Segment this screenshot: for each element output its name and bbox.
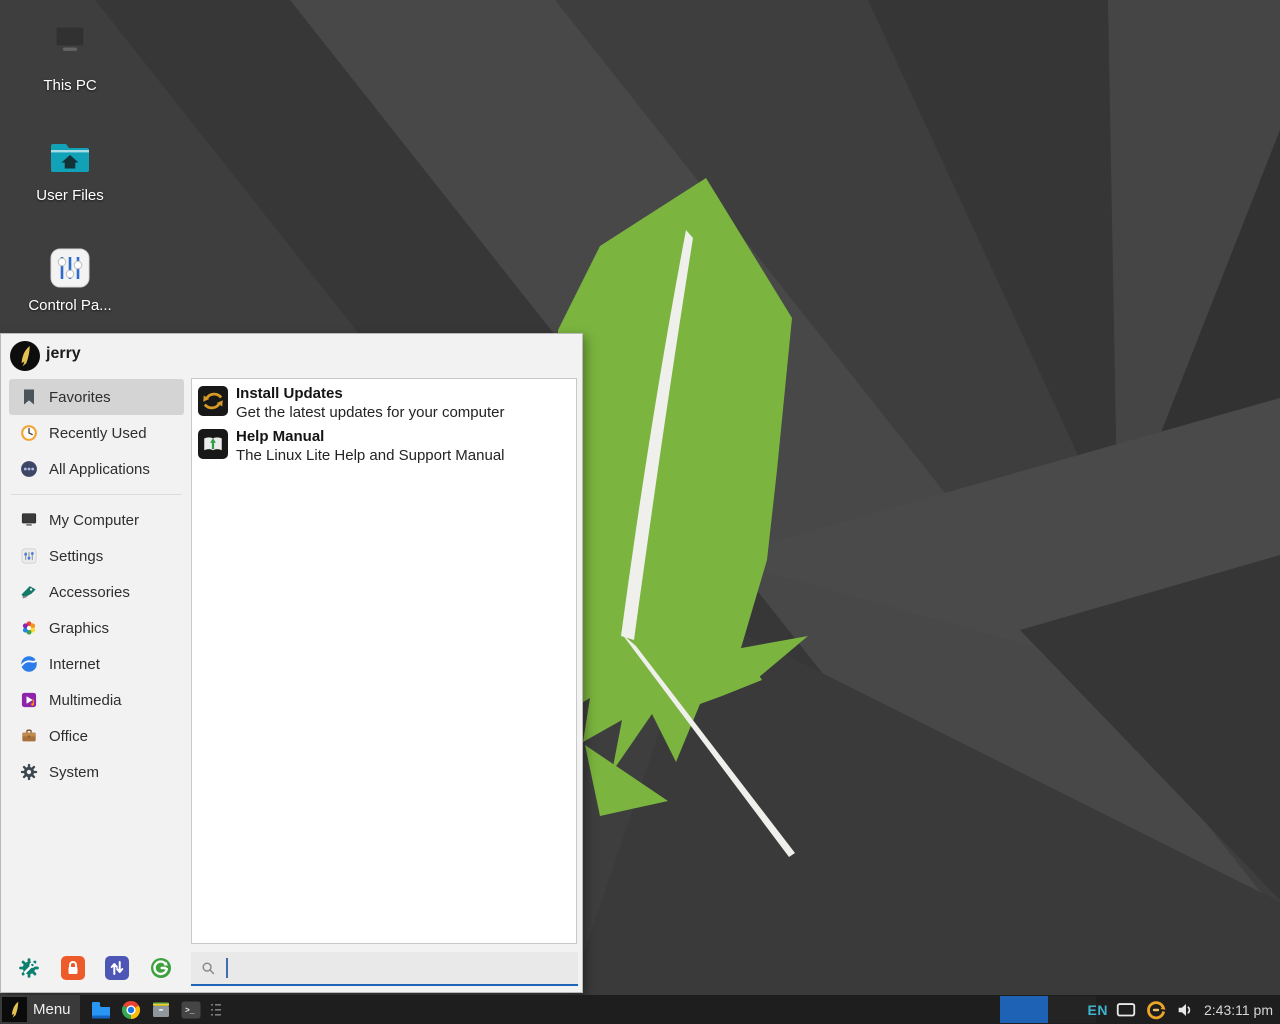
app-description: The Linux Lite Help and Support Manual [236,446,505,465]
log-out-button[interactable] [149,956,173,980]
volume-icon[interactable] [1175,999,1197,1021]
multimedia-icon [19,690,39,710]
chrome-icon[interactable] [119,998,143,1022]
settings-gear-wrench-icon [17,956,41,980]
menu-category-system[interactable]: System [9,754,184,790]
menu-category-multimedia[interactable]: Multimedia [9,682,184,718]
sliders-icon [19,546,39,566]
menu-actions [17,956,173,980]
internet-icon [19,654,39,674]
search-icon [200,960,217,977]
install-updates-icon [198,386,228,416]
clock-icon [19,423,39,443]
folder-home-icon [46,134,94,182]
category-label: Office [49,728,88,745]
system-tray: EN 2:43:11 pm [1088,995,1273,1024]
sidebar-separator [11,494,182,495]
graphics-icon [19,618,39,638]
category-label: Favorites [49,389,111,406]
terminal-glyph: >_ [185,1006,195,1015]
category-label: Multimedia [49,692,122,709]
app-title: Install Updates [236,384,504,403]
category-label: System [49,764,99,781]
switch-arrows-icon [105,956,129,980]
category-label: Graphics [49,620,109,637]
desktop-icon-control-panel[interactable]: Control Pa... [18,244,122,314]
app-description: Get the latest updates for your computer [236,403,504,422]
system-icon [19,762,39,782]
whisker-menu: jerry Favorites Recently Used [0,333,583,993]
menu-category-my-computer[interactable]: My Computer [9,502,184,538]
computer-icon [19,510,39,530]
category-label: Accessories [49,584,130,601]
computer-icon [46,24,94,72]
accessories-icon [19,582,39,602]
category-label: Internet [49,656,100,673]
window-list-icon[interactable] [210,1002,222,1018]
desktop-icon-label: This PC [18,77,122,94]
logout-arrow-icon [149,956,173,980]
desktop-icon-this-pc[interactable]: This PC [18,24,122,94]
workspace-switcher-active[interactable] [1000,996,1048,1023]
update-notifier-icon[interactable] [1144,998,1168,1022]
terminal-icon[interactable]: >_ [179,998,203,1022]
category-label: Recently Used [49,425,147,442]
category-label: My Computer [49,512,139,529]
display-icon[interactable] [1115,999,1137,1021]
menu-category-accessories[interactable]: Accessories [9,574,184,610]
clock[interactable]: 2:43:11 pm [1204,1002,1273,1018]
archive-icon[interactable] [149,998,173,1022]
category-label: Settings [49,548,103,565]
desktop-icon-label: User Files [18,187,122,204]
taskbar-launchers: >_ [89,998,203,1022]
menu-category-recently-used[interactable]: Recently Used [9,415,184,451]
desktop-icon-user-files[interactable]: User Files [18,134,122,204]
feather-icon [5,999,24,1020]
desktop-icon-label: Control Pa... [18,297,122,314]
app-list: Install Updates Get the latest updates f… [191,378,577,944]
menu-sidebar: Favorites Recently Used All Applications [9,379,184,790]
control-panel-icon [46,244,94,292]
office-icon [19,726,39,746]
menu-button-label: Menu [33,1001,71,1018]
app-title: Help Manual [236,427,505,446]
all-apps-icon [19,459,39,479]
search-input[interactable] [228,951,578,985]
menu-category-favorites[interactable]: Favorites [9,379,184,415]
help-manual-icon [198,429,228,459]
taskbar: Menu >_ [0,995,1280,1024]
app-item-help-manual[interactable]: Help Manual The Linux Lite Help and Supp… [198,427,570,465]
feather-avatar-icon [13,343,37,369]
file-manager-icon[interactable] [89,998,113,1022]
category-label: All Applications [49,461,150,478]
keyboard-layout-indicator[interactable]: EN [1088,1002,1108,1018]
settings-manager-button[interactable] [17,956,41,980]
menu-category-all-applications[interactable]: All Applications [9,451,184,487]
user-avatar[interactable] [10,341,40,371]
app-item-install-updates[interactable]: Install Updates Get the latest updates f… [198,384,570,422]
lock-icon [61,956,85,980]
bookmark-icon [19,387,39,407]
menu-category-graphics[interactable]: Graphics [9,610,184,646]
search-bar[interactable] [191,952,578,986]
lock-screen-button[interactable] [61,956,85,980]
desktop: This PC User Files Control Pa... [0,0,1280,1024]
menu-category-settings[interactable]: Settings [9,538,184,574]
menu-button[interactable]: Menu [0,995,80,1024]
switch-user-button[interactable] [105,956,129,980]
user-name: jerry [46,345,81,363]
menu-category-internet[interactable]: Internet [9,646,184,682]
menu-category-office[interactable]: Office [9,718,184,754]
menu-header: jerry [1,334,582,378]
